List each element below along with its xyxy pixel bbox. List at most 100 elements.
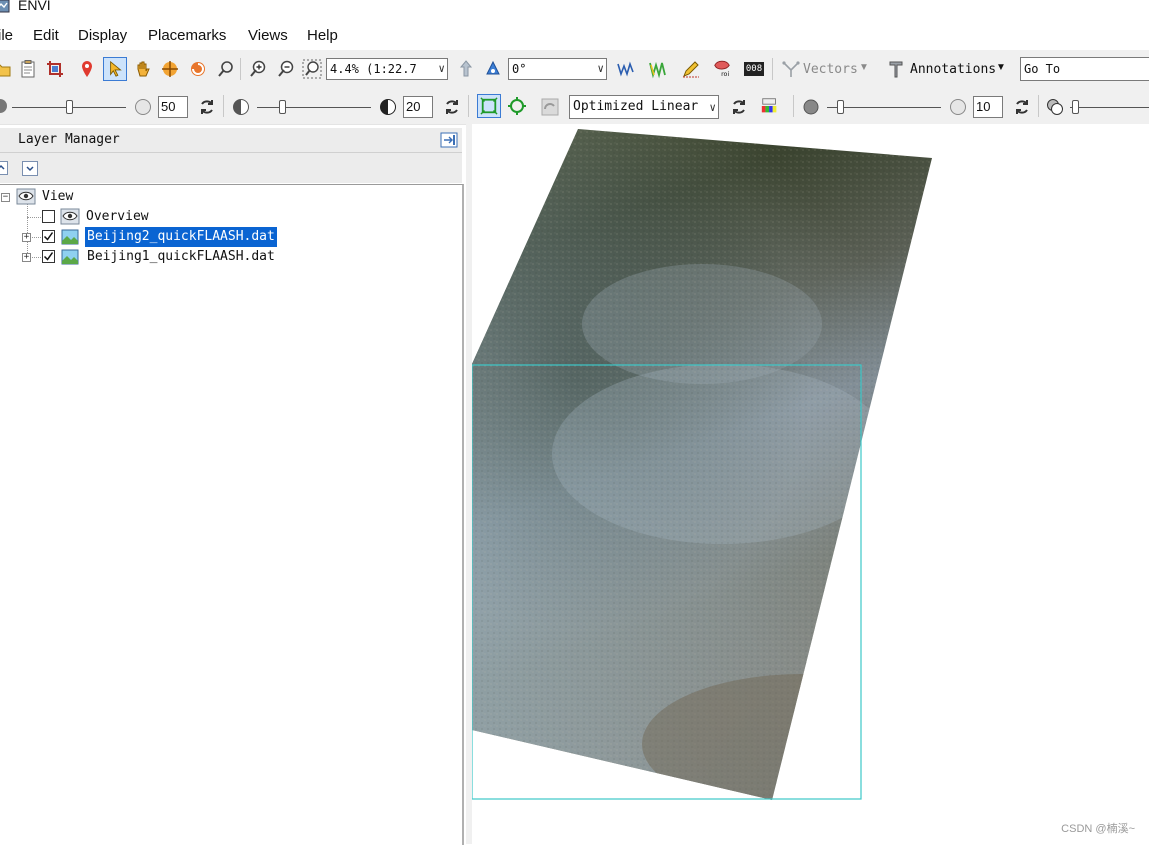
collapse-all-button[interactable]	[0, 161, 8, 175]
view-extent-icon[interactable]	[507, 96, 527, 116]
rotate-north-icon[interactable]	[456, 59, 476, 79]
zoom-level-combo[interactable]: 4.4% (1:22.7 ∨	[326, 58, 448, 80]
raster-image-icon	[61, 249, 79, 265]
rotation-combo[interactable]: 0° ∨	[508, 58, 607, 80]
sharpen-slider-thumb[interactable]	[837, 100, 844, 114]
tree-row-overview[interactable]: Overview	[0, 207, 300, 227]
open-file-icon[interactable]	[0, 59, 12, 79]
layer-manager-title: Layer Manager	[18, 132, 120, 147]
full-extent-icon	[480, 97, 498, 115]
clipboard-icon[interactable]	[18, 59, 38, 79]
enhancement-toolbar: 50 20 Optimized Linear ∨ 10	[0, 88, 1149, 125]
contrast-high-icon	[380, 99, 396, 115]
stretch-type-value: Optimized Linear	[573, 99, 699, 114]
zoom-magnifier-icon[interactable]	[216, 59, 236, 79]
measure-pencil-icon[interactable]	[681, 59, 701, 79]
menu-display[interactable]: Display	[78, 27, 127, 44]
expand-toggle-icon[interactable]: +	[22, 253, 31, 262]
annotations-dropdown-arrow-icon[interactable]: ▼	[996, 62, 1006, 73]
menu-file[interactable]: ile	[0, 27, 13, 44]
vectors-dropdown-arrow-icon[interactable]: ▼	[859, 62, 869, 73]
chevron-down-icon: ∨	[438, 62, 445, 75]
beijing1-visibility-checkbox[interactable]	[42, 250, 55, 263]
chevron-up-icon	[0, 164, 5, 170]
main-toolbar: 4.4% (1:22.7 ∨ 0° ∨ roi 008 Vectors ▼ An…	[0, 50, 1149, 88]
contrast-value-field[interactable]: 20	[403, 96, 433, 118]
rotation-value: 0°	[512, 62, 527, 76]
rotate-icon[interactable]	[188, 59, 208, 79]
raster-image-icon	[61, 229, 79, 245]
stretch-full-extent-button[interactable]	[477, 94, 501, 118]
sharpen-reset-icon[interactable]	[1012, 97, 1032, 117]
zoom-in-icon[interactable]	[248, 59, 268, 79]
envi-app-icon	[0, 0, 10, 13]
brightness-high-icon	[135, 99, 151, 115]
tree-row-beijing2[interactable]: + Beijing2_quickFLAASH.dat	[0, 227, 300, 247]
menu-views[interactable]: Views	[248, 27, 288, 44]
dock-panel-icon[interactable]	[440, 132, 458, 148]
brightness-reset-icon[interactable]	[197, 97, 217, 117]
fly-move-icon[interactable]	[160, 59, 180, 79]
annotations-label[interactable]: Annotations	[910, 62, 996, 77]
goto-field[interactable]: Go To	[1020, 57, 1149, 81]
color-table-icon[interactable]	[760, 96, 780, 116]
window-title: ENVI	[18, 0, 51, 13]
image-view[interactable]: CSDN @楠溪~	[472, 124, 1149, 844]
crop-icon[interactable]	[45, 59, 65, 79]
brightness-low-icon	[0, 99, 7, 113]
contrast-reset-icon[interactable]	[442, 97, 462, 117]
vectors-label[interactable]: Vectors	[803, 62, 858, 77]
collapse-toggle-icon[interactable]: −	[1, 193, 10, 202]
satellite-image-canvas[interactable]	[472, 124, 1149, 844]
chevron-down-icon: ∨	[709, 101, 716, 114]
title-bar: ENVI	[0, 0, 1149, 22]
menu-placemarks[interactable]: Placemarks	[148, 27, 226, 44]
expand-toggle-icon[interactable]: +	[22, 233, 31, 242]
sharpen-slider[interactable]	[827, 107, 941, 108]
checkmark-icon	[43, 252, 54, 261]
menu-edit[interactable]: Edit	[33, 27, 59, 44]
toolbar-separator	[772, 58, 773, 80]
menu-bar: ile Edit Display Placemarks Views Help	[0, 22, 1149, 50]
transparency-slider-thumb[interactable]	[1072, 100, 1079, 114]
stretch-type-combo[interactable]: Optimized Linear ∨	[569, 95, 719, 119]
vectors-icon[interactable]	[781, 59, 801, 79]
annotations-icon[interactable]	[886, 59, 906, 79]
select-tool-button[interactable]	[103, 57, 127, 81]
overview-visibility-checkbox[interactable]	[42, 210, 55, 223]
stretch-reset-icon[interactable]	[729, 97, 749, 117]
layer-tree: − View Overview + Beijing2_quickFLAASH.d…	[0, 184, 464, 845]
brightness-value-field[interactable]: 50	[158, 96, 188, 118]
contrast-slider[interactable]	[257, 107, 371, 108]
menu-help[interactable]: Help	[307, 27, 338, 44]
zoom-fit-icon[interactable]	[302, 59, 322, 79]
chevron-down-icon	[26, 166, 34, 172]
beijing2-label: Beijing2_quickFLAASH.dat	[85, 227, 277, 247]
watermark-text: CSDN @楠溪~	[1061, 823, 1135, 835]
data-id-badge[interactable]: 008	[744, 62, 764, 76]
spectral-profile-icon[interactable]	[616, 59, 636, 79]
zoom-out-icon[interactable]	[276, 59, 296, 79]
overview-label: Overview	[86, 209, 149, 224]
spectral-bands-icon[interactable]	[648, 59, 668, 79]
zoom-level-value: 4.4% (1:22.7	[330, 62, 417, 76]
transparency-slider[interactable]	[1070, 107, 1149, 108]
beijing2-visibility-checkbox[interactable]	[42, 230, 55, 243]
tree-row-view[interactable]: − View	[0, 187, 200, 207]
sharpen-value-field[interactable]: 10	[973, 96, 1003, 118]
transparency-icon	[1047, 99, 1063, 115]
placemark-pin-icon[interactable]	[77, 59, 97, 79]
roi-tool-icon[interactable]: roi	[712, 58, 732, 78]
sharpen-high-icon	[950, 99, 966, 115]
toolbar-separator	[240, 58, 241, 80]
raster-footprint	[472, 129, 932, 800]
roi-badge-text: roi	[721, 71, 729, 78]
expand-all-button[interactable]	[22, 161, 38, 176]
pan-hand-icon[interactable]	[133, 59, 153, 79]
dynamic-stretch-icon[interactable]	[540, 97, 560, 117]
toolbar-separator	[468, 95, 469, 117]
tree-row-beijing1[interactable]: + Beijing1_quickFLAASH.dat	[0, 247, 300, 267]
brightness-slider-thumb[interactable]	[66, 100, 73, 114]
contrast-slider-thumb[interactable]	[279, 100, 286, 114]
rotate-view-icon[interactable]	[483, 59, 503, 79]
